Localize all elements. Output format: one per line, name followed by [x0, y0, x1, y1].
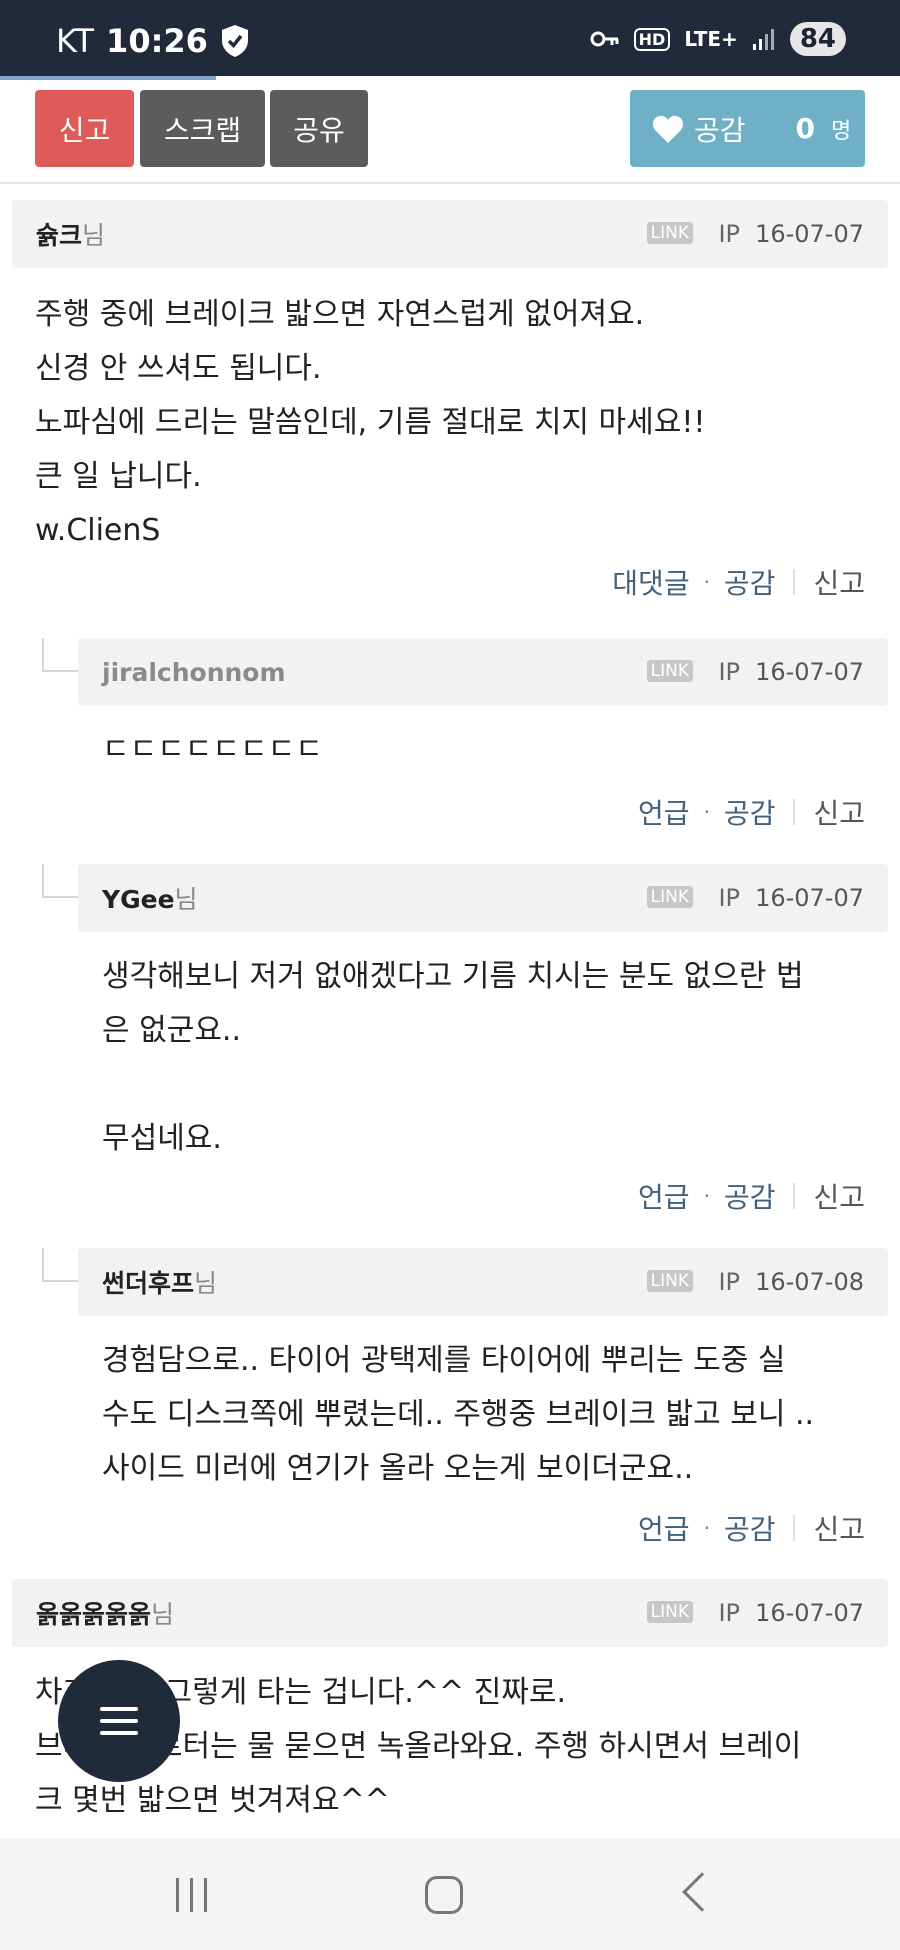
heart-icon — [652, 115, 684, 143]
menu-icon — [100, 1707, 138, 1711]
comment-actions: 대댓글 · 공감 신고 — [612, 562, 865, 602]
ip-label: IP — [718, 884, 740, 912]
comment-header: 썬더후프님 LINK IP 16-07-08 — [78, 1248, 888, 1316]
comment-actions: 언급 · 공감 신고 — [638, 1176, 865, 1216]
like-label: 공감 — [694, 113, 746, 147]
comment-body: 경험담으로.. 타이어 광택제를 타이어에 뿌리는 도중 실 수도 디스크쪽에 … — [102, 1343, 815, 1486]
clock: 10:26 — [106, 22, 208, 60]
like-button[interactable]: 공감 0명 — [630, 90, 865, 167]
carrier-label: KT — [56, 22, 95, 60]
share-button[interactable]: 공유 — [270, 90, 368, 167]
key-icon — [590, 31, 619, 47]
report-link[interactable]: 신고 — [813, 562, 865, 602]
battery-indicator: 84 — [789, 22, 846, 56]
mention-link[interactable]: 언급 — [638, 792, 690, 832]
comment-body: ㄷㄷㄷㄷㄷㄷㄷㄷ — [102, 732, 323, 767]
report-link[interactable]: 신고 — [813, 792, 865, 832]
system-nav-bar — [0, 1838, 900, 1950]
link-badge: LINK — [646, 660, 693, 682]
comment-author[interactable]: 슑크님 — [36, 216, 105, 252]
ip-label: IP — [718, 1268, 740, 1296]
reply-indicator — [42, 638, 78, 672]
reply-indicator — [42, 1248, 78, 1282]
home-icon[interactable] — [425, 1876, 463, 1914]
like-link[interactable]: 공감 — [724, 792, 776, 832]
report-button[interactable]: 신고 — [35, 90, 134, 167]
comment-header: 슑크님 LINK IP 16-07-07 — [12, 200, 888, 268]
link-badge: LINK — [646, 886, 693, 908]
comment-actions: 언급 · 공감 신고 — [638, 792, 865, 832]
comment-actions: 언급 · 공감 신고 — [638, 1508, 865, 1548]
comment-author[interactable]: 옭옭옭옭옭님 — [36, 1595, 174, 1631]
status-bar: KT 10:26 HD LTE+ 84 — [0, 0, 900, 76]
link-badge: LINK — [646, 222, 693, 244]
report-link[interactable]: 신고 — [813, 1508, 865, 1548]
like-link[interactable]: 공감 — [724, 1508, 776, 1548]
floating-menu-button[interactable] — [58, 1660, 180, 1782]
comment-date: 16-07-07 — [755, 884, 864, 912]
like-unit: 명 — [831, 118, 852, 144]
comment-author[interactable]: YGee님 — [102, 880, 198, 916]
comment-author[interactable]: 썬더후프님 — [102, 1264, 217, 1300]
like-count: 0 — [795, 112, 816, 145]
comment-header: YGee님 LINK IP 16-07-07 — [78, 864, 888, 932]
comment-body: 주행 중에 브레이크 밟으면 자연스럽게 없어져요. 신경 안 쓰셔도 됩니다.… — [35, 297, 706, 548]
reply-link[interactable]: 대댓글 — [612, 562, 689, 602]
mention-link[interactable]: 언급 — [638, 1508, 690, 1548]
ip-label: IP — [718, 220, 740, 248]
comment-date: 16-07-07 — [755, 1599, 864, 1627]
comment-date: 16-07-07 — [755, 658, 864, 686]
shield-icon — [221, 25, 248, 57]
network-label: LTE+ — [684, 27, 738, 51]
link-badge: LINK — [646, 1601, 693, 1623]
like-link[interactable]: 공감 — [724, 562, 776, 602]
comment-date: 16-07-07 — [755, 220, 864, 248]
recent-apps-icon[interactable] — [176, 1878, 207, 1912]
report-link[interactable]: 신고 — [813, 1176, 865, 1216]
hd-icon: HD — [633, 27, 671, 51]
back-icon[interactable] — [682, 1872, 722, 1912]
ip-label: IP — [718, 658, 740, 686]
comment-body: 생각해보니 저거 없애겠다고 기름 치시는 분도 없으란 법 은 없군요.. 무… — [102, 959, 804, 1156]
signal-icon — [752, 29, 774, 50]
comment-author[interactable]: jiralchonnom — [102, 658, 286, 687]
reply-indicator — [42, 864, 78, 898]
post-action-bar: 신고 스크랩 공유 공감 0명 — [0, 80, 900, 184]
comment-date: 16-07-08 — [755, 1268, 864, 1296]
like-link[interactable]: 공감 — [724, 1176, 776, 1216]
comment-header: jiralchonnom LINK IP 16-07-07 — [78, 638, 888, 706]
scrap-button[interactable]: 스크랩 — [140, 90, 265, 167]
mention-link[interactable]: 언급 — [638, 1176, 690, 1216]
ip-label: IP — [718, 1599, 740, 1627]
comment-header: 옭옭옭옭옭님 LINK IP 16-07-07 — [12, 1579, 888, 1647]
link-badge: LINK — [646, 1270, 693, 1292]
